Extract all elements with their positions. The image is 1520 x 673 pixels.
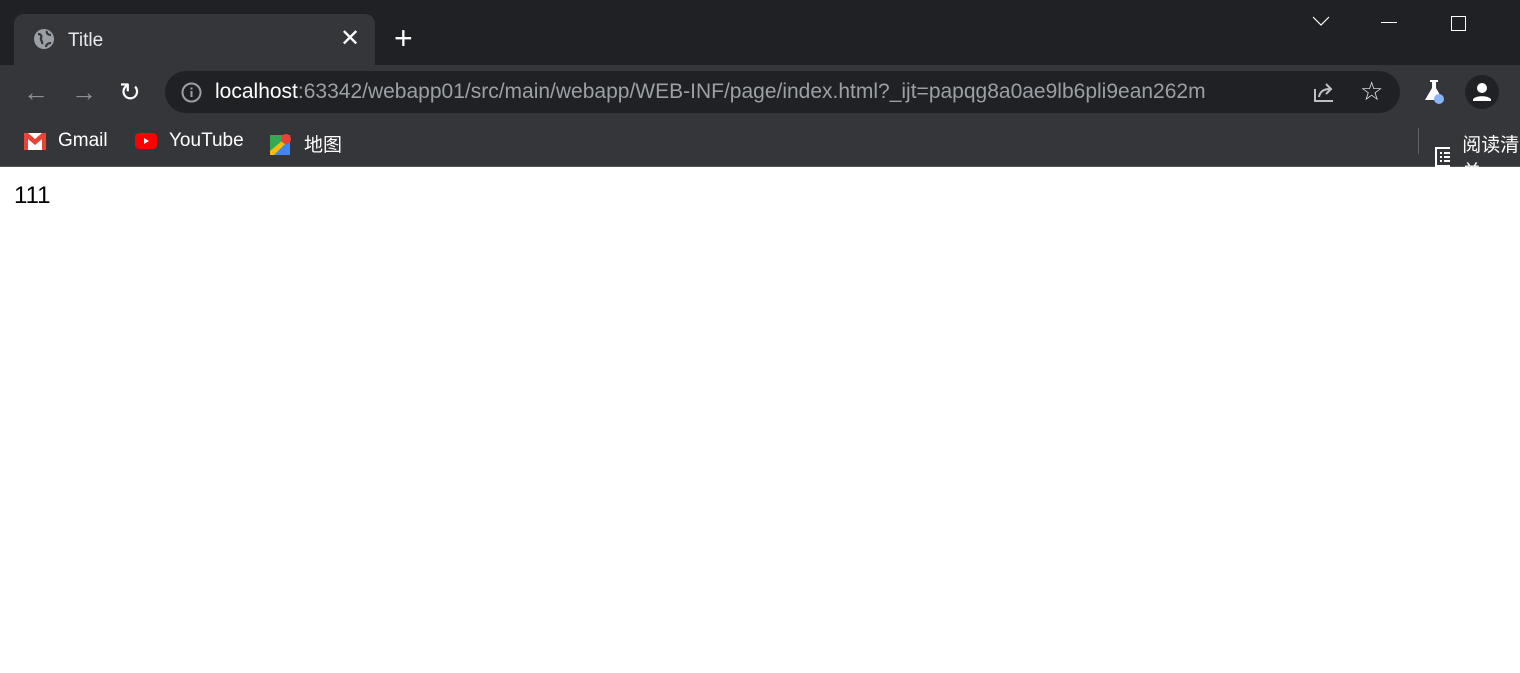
bookmarks-bar: Gmail YouTube 地图 阅读清单 xyxy=(0,118,1520,183)
globe-icon xyxy=(34,29,54,49)
bookmark-youtube[interactable]: YouTube xyxy=(135,130,244,152)
info-icon[interactable] xyxy=(181,82,202,103)
chevron-down-icon[interactable] xyxy=(1312,15,1330,27)
bookmark-label: YouTube xyxy=(169,130,244,151)
maximize-icon[interactable] xyxy=(1451,16,1466,31)
gmail-icon xyxy=(24,132,46,150)
url-host: localhost xyxy=(215,80,298,103)
tab-active[interactable]: Title ✕ xyxy=(14,14,375,65)
reading-list-label: 阅读清单 xyxy=(1462,135,1520,183)
reload-icon[interactable]: ↻ xyxy=(119,77,141,108)
youtube-icon xyxy=(135,133,157,149)
close-icon[interactable]: ✕ xyxy=(340,24,360,53)
bookmark-gmail[interactable]: Gmail xyxy=(24,130,108,152)
divider xyxy=(1418,128,1419,154)
star-icon[interactable]: ☆ xyxy=(1360,76,1383,107)
bookmark-label: 地图 xyxy=(304,135,343,156)
url-text[interactable]: localhost:63342/webapp01/src/main/webapp… xyxy=(215,80,1206,104)
url-path: :63342/webapp01/src/main/webapp/WEB-INF/… xyxy=(297,80,1206,103)
tab-title: Title xyxy=(68,30,104,51)
forward-icon[interactable]: → xyxy=(71,77,97,108)
tab-strip: Title ✕ + xyxy=(0,0,1520,65)
minimize-icon[interactable] xyxy=(1381,22,1397,23)
back-icon[interactable]: ← xyxy=(23,77,49,108)
page-text: 111 xyxy=(14,182,51,209)
labs-flask-icon[interactable] xyxy=(1422,78,1448,106)
address-bar[interactable]: localhost:63342/webapp01/src/main/webapp… xyxy=(165,71,1400,113)
bookmark-label: Gmail xyxy=(58,130,108,151)
profile-avatar[interactable] xyxy=(1465,75,1499,109)
maps-icon xyxy=(270,133,291,155)
toolbar: ← → ↻ localhost:63342/webapp01/src/main/… xyxy=(0,65,1520,118)
reading-list-button[interactable]: 阅读清单 xyxy=(1435,130,1520,184)
new-tab-button[interactable]: + xyxy=(394,22,413,54)
reading-list-icon xyxy=(1435,147,1451,167)
share-icon[interactable] xyxy=(1313,81,1337,103)
person-icon xyxy=(1473,83,1491,101)
bookmark-maps[interactable]: 地图 xyxy=(270,130,342,157)
